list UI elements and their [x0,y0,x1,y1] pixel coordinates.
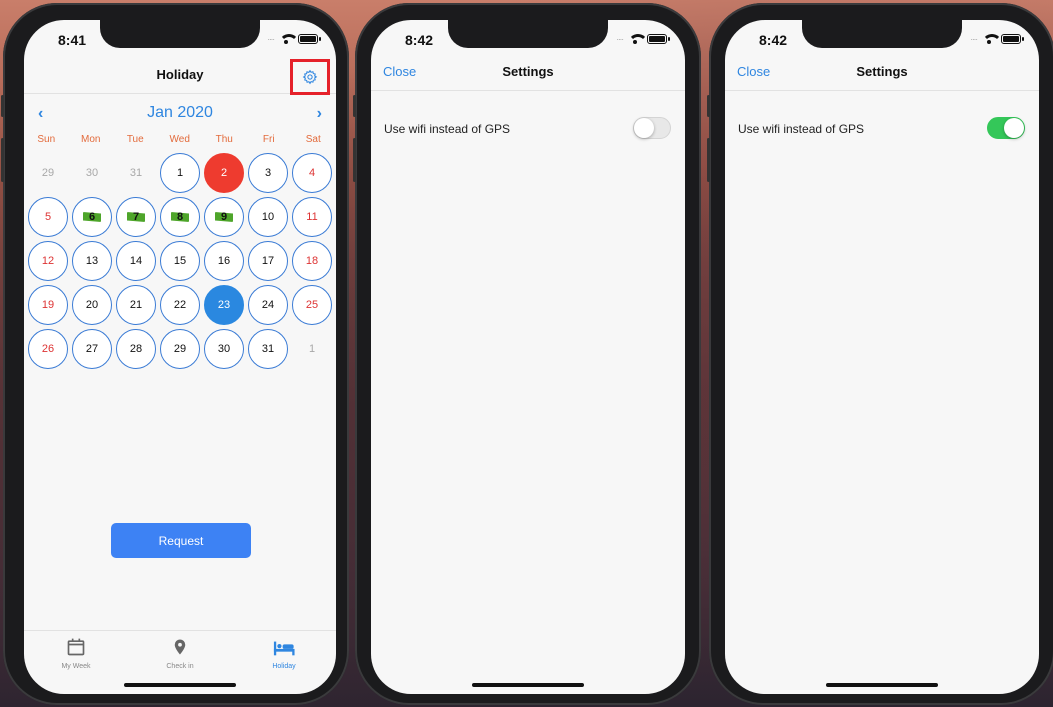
holiday-screen: 8:41 ···· Holiday ‹ Jan 2020 › Sun Mon T… [24,20,336,694]
calendar-day[interactable]: 5 [26,195,70,239]
tab-label: Check in [166,663,194,670]
weekday-label: Sun [37,134,56,145]
signal-dots-icon: ···· [970,34,978,44]
weekday-label: Sat [305,134,321,145]
toggle-knob [1004,118,1024,138]
calendar-day[interactable]: 25 [290,283,334,327]
settings-screen: 8:42 ···· Close Settings Use wifi instea… [725,20,1039,694]
navbar: Close Settings [371,57,685,91]
phone-settings-on: 8:42 ···· Close Settings Use wifi instea… [707,3,1053,705]
gear-icon[interactable] [302,69,318,85]
calendar-day-holiday[interactable]: 8 [158,195,202,239]
wifi-setting-row: Use wifi instead of GPS [371,114,685,144]
calendar-day[interactable]: 21 [114,283,158,327]
weekday-label: Tue [126,134,144,145]
settings-highlight-box[interactable] [290,59,330,95]
notch [448,20,608,48]
weekday-label: Mon [81,134,101,145]
weekday-label: Fri [262,134,275,145]
home-indicator [124,683,236,687]
calendar-day[interactable]: 18 [290,239,334,283]
calendar-day[interactable]: 13 [70,239,114,283]
calendar-day[interactable]: 22 [158,283,202,327]
calendar-day-outside: 31 [129,167,143,179]
signal-dots-icon: ···· [616,34,624,44]
month-header: ‹ Jan 2020 › [24,104,336,126]
calendar-day-today[interactable]: 2 [202,151,246,195]
calendar-day[interactable]: 24 [246,283,290,327]
tab-label: My Week [61,663,91,670]
status-time: 8:42 [405,32,434,48]
wifi-setting-label: Use wifi instead of GPS [384,122,511,136]
weekday-label: Thu [215,134,233,145]
weekday-label: Wed [169,134,190,145]
notch [802,20,962,48]
calendar-day-selected[interactable]: 23 [202,283,246,327]
wifi-setting-label: Use wifi instead of GPS [738,122,865,136]
calendar-day[interactable]: 19 [26,283,70,327]
tab-holiday[interactable]: Holiday [232,631,336,694]
calendar-day-outside: 29 [41,167,55,179]
wifi-icon [628,34,648,44]
calendar-day[interactable]: 26 [26,327,70,371]
wifi-toggle[interactable] [987,117,1025,139]
home-indicator [472,683,584,687]
tab-label: Holiday [272,663,296,670]
status-time: 8:41 [58,32,87,48]
calendar-day[interactable]: 3 [246,151,290,195]
calendar-grid: 29 30 31 1 2 3 4 5 6 7 8 9 10 11 12 13 1… [26,151,336,371]
calendar-day[interactable]: 4 [290,151,334,195]
month-label: Jan 2020 [147,104,213,121]
wifi-toggle[interactable] [633,117,671,139]
calendar-day-holiday[interactable]: 9 [202,195,246,239]
navbar: Close Settings [725,57,1039,91]
wifi-setting-row: Use wifi instead of GPS [725,114,1039,144]
calendar-day-holiday[interactable]: 6 [70,195,114,239]
calendar-day-outside: 1 [308,343,316,355]
calendar-day[interactable]: 29 [158,327,202,371]
settings-screen: 8:42 ···· Close Settings Use wifi instea… [371,20,685,694]
calendar-day-outside: 30 [85,167,99,179]
navbar: Holiday [24,59,336,95]
calendar-day[interactable]: 28 [114,327,158,371]
calendar-day[interactable]: 17 [246,239,290,283]
calendar-day[interactable]: 11 [290,195,334,239]
status-time: 8:42 [759,32,788,48]
home-indicator [826,683,938,687]
calendar-day[interactable]: 31 [246,327,290,371]
calendar-day-holiday[interactable]: 7 [114,195,158,239]
request-button[interactable]: Request [111,523,251,558]
battery-icon [298,34,321,44]
page-title: Settings [856,64,908,79]
phone-holiday: 8:41 ···· Holiday ‹ Jan 2020 › Sun Mon T… [1,3,349,705]
tab-my-week[interactable]: My Week [24,631,128,694]
weekday-header: Sun Mon Tue Wed Thu Fri Sat [24,134,336,145]
page-title: Settings [502,64,554,79]
calendar-day[interactable]: 20 [70,283,114,327]
calendar-day[interactable]: 27 [70,327,114,371]
notch [100,20,260,48]
calendar-day[interactable]: 15 [158,239,202,283]
calendar-day[interactable]: 1 [158,151,202,195]
calendar-day[interactable]: 12 [26,239,70,283]
location-pin-icon [174,639,186,655]
calendar-day[interactable]: 14 [114,239,158,283]
calendar-day[interactable]: 10 [246,195,290,239]
signal-dots-icon: ···· [267,34,275,44]
wifi-icon [982,34,1002,44]
phone-settings-off: 8:42 ···· Close Settings Use wifi instea… [353,3,701,705]
battery-icon [1001,34,1024,44]
calendar-icon [67,638,85,656]
bed-icon [273,641,295,656]
wifi-icon [279,34,299,44]
next-month-button[interactable]: › [317,105,322,123]
calendar-day[interactable]: 30 [202,327,246,371]
battery-icon [647,34,670,44]
calendar-day[interactable]: 16 [202,239,246,283]
toggle-knob [634,118,654,138]
